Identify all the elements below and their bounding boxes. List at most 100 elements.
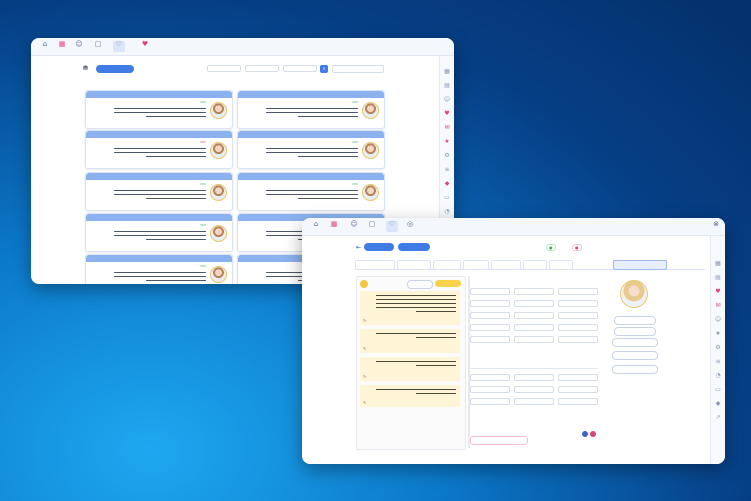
chat-icon[interactable]: ▢ xyxy=(366,221,378,232)
person-card[interactable] xyxy=(237,172,385,211)
header-button-2[interactable] xyxy=(398,243,430,251)
note-card[interactable]: ✎ xyxy=(360,329,460,353)
users-icon[interactable]: ☺ xyxy=(443,96,451,103)
person-card[interactable] xyxy=(85,90,233,129)
heart-icon[interactable]: ♥ xyxy=(443,110,451,117)
add-note-icon[interactable] xyxy=(360,280,368,288)
tag-icon[interactable]: ◆ xyxy=(714,400,722,407)
home-icon[interactable]: ⌂ xyxy=(39,41,51,52)
share-icon[interactable]: ↗ xyxy=(714,414,722,421)
profile-button-2[interactable] xyxy=(614,327,656,336)
bell-icon[interactable]: ◔ xyxy=(714,372,722,379)
tab-1[interactable] xyxy=(355,260,395,270)
search-input[interactable] xyxy=(332,65,384,73)
bell-icon[interactable]: ◔ xyxy=(443,208,451,215)
person-card[interactable] xyxy=(237,130,385,169)
calendar-icon[interactable]: ▦ xyxy=(328,221,340,232)
note-edit-icon[interactable]: ✎ xyxy=(363,346,366,351)
tab-3[interactable] xyxy=(433,260,461,270)
detail-field[interactable] xyxy=(558,374,598,381)
detail-field[interactable] xyxy=(514,398,554,405)
detail-field[interactable] xyxy=(470,386,510,393)
tab-6[interactable] xyxy=(523,260,547,270)
star-icon[interactable]: ★ xyxy=(714,330,722,337)
detail-field[interactable] xyxy=(558,324,598,331)
detail-field[interactable] xyxy=(470,312,510,319)
profile-button-3[interactable] xyxy=(612,338,658,347)
date-field-3[interactable] xyxy=(283,65,317,72)
search-icon[interactable]: ⌕ xyxy=(320,65,328,73)
date-field-1[interactable] xyxy=(207,65,241,72)
chart-icon[interactable]: ▤ xyxy=(443,82,451,89)
notes-filter[interactable] xyxy=(407,280,433,289)
doc-icon[interactable]: ▭ xyxy=(443,194,451,201)
facebook-icon[interactable] xyxy=(582,431,588,437)
notes-toggle[interactable] xyxy=(435,280,461,287)
detail-field[interactable] xyxy=(514,300,554,307)
instagram-icon[interactable] xyxy=(590,431,596,437)
detail-field[interactable] xyxy=(470,300,510,307)
profile-button-1[interactable] xyxy=(614,316,656,325)
chart-icon[interactable]: ▤ xyxy=(714,274,722,281)
user-icon[interactable]: ♥ xyxy=(139,41,151,52)
detail-field[interactable] xyxy=(558,398,598,405)
close-icon[interactable]: ⊗ xyxy=(710,221,722,232)
detail-field[interactable] xyxy=(514,374,554,381)
people-icon[interactable]: ☺ xyxy=(348,221,360,232)
detail-field[interactable] xyxy=(514,288,554,295)
tab-5[interactable] xyxy=(491,260,521,270)
list-icon[interactable]: ≡ xyxy=(443,166,451,173)
detail-field[interactable] xyxy=(558,288,598,295)
social-icons[interactable] xyxy=(582,422,598,437)
note-card[interactable]: ✎ xyxy=(360,357,460,381)
person-card[interactable] xyxy=(85,254,233,284)
person-card[interactable] xyxy=(85,130,233,169)
profile-button-5[interactable] xyxy=(612,365,658,374)
detail-field[interactable] xyxy=(470,398,510,405)
detail-field[interactable] xyxy=(470,336,510,343)
tab-7[interactable] xyxy=(549,260,573,270)
date-field-2[interactable] xyxy=(245,65,279,72)
calendar-icon[interactable]: ▦ xyxy=(714,260,722,267)
user-icon[interactable]: ◎ xyxy=(404,221,416,232)
calendar-icon[interactable]: ▦ xyxy=(443,68,451,75)
detail-field[interactable] xyxy=(514,336,554,343)
profile-button-4[interactable] xyxy=(612,351,658,360)
add-button[interactable] xyxy=(96,65,134,73)
tab-profile[interactable] xyxy=(613,260,667,270)
person-card[interactable] xyxy=(237,90,385,129)
message-icon[interactable]: ✉ xyxy=(714,302,722,309)
home-icon[interactable]: ⌂ xyxy=(310,221,322,232)
detail-field[interactable] xyxy=(514,386,554,393)
detail-field[interactable] xyxy=(558,336,598,343)
note-edit-icon[interactable]: ✎ xyxy=(363,374,366,379)
heart-icon[interactable]: ♥ xyxy=(714,288,722,295)
filter-icon[interactable]: ⛃ xyxy=(83,65,88,72)
message-icon[interactable]: ✉ xyxy=(443,124,451,131)
person-card[interactable] xyxy=(85,213,233,252)
tag-input[interactable] xyxy=(470,436,528,445)
settings-icon[interactable]: ⚙ xyxy=(714,344,722,351)
chat-icon[interactable]: ▢ xyxy=(92,41,104,52)
person-card[interactable] xyxy=(85,172,233,211)
list-icon[interactable]: ≡ xyxy=(714,358,722,365)
detail-field[interactable] xyxy=(470,288,510,295)
heart-icon[interactable]: ♡ xyxy=(386,221,398,232)
note-edit-icon[interactable]: ✎ xyxy=(363,400,366,405)
calendar-icon[interactable]: ▦ xyxy=(56,41,68,52)
tab-4[interactable] xyxy=(463,260,489,270)
detail-field[interactable] xyxy=(514,312,554,319)
note-edit-icon[interactable]: ✎ xyxy=(363,318,366,323)
heart-icon[interactable]: ♡ xyxy=(113,41,125,52)
users-icon[interactable]: ☺ xyxy=(714,316,722,323)
header-button-1[interactable] xyxy=(364,243,394,251)
detail-field[interactable] xyxy=(558,386,598,393)
detail-field[interactable] xyxy=(514,324,554,331)
note-card[interactable]: ✎ xyxy=(360,385,460,407)
detail-field[interactable] xyxy=(470,374,510,381)
star-icon[interactable]: ★ xyxy=(443,138,451,145)
note-card[interactable]: ✎ xyxy=(360,291,460,325)
tag-icon[interactable]: ◆ xyxy=(443,180,451,187)
back-arrow-icon[interactable]: ⇤ xyxy=(356,244,361,251)
people-icon[interactable]: ☺ xyxy=(73,41,85,52)
